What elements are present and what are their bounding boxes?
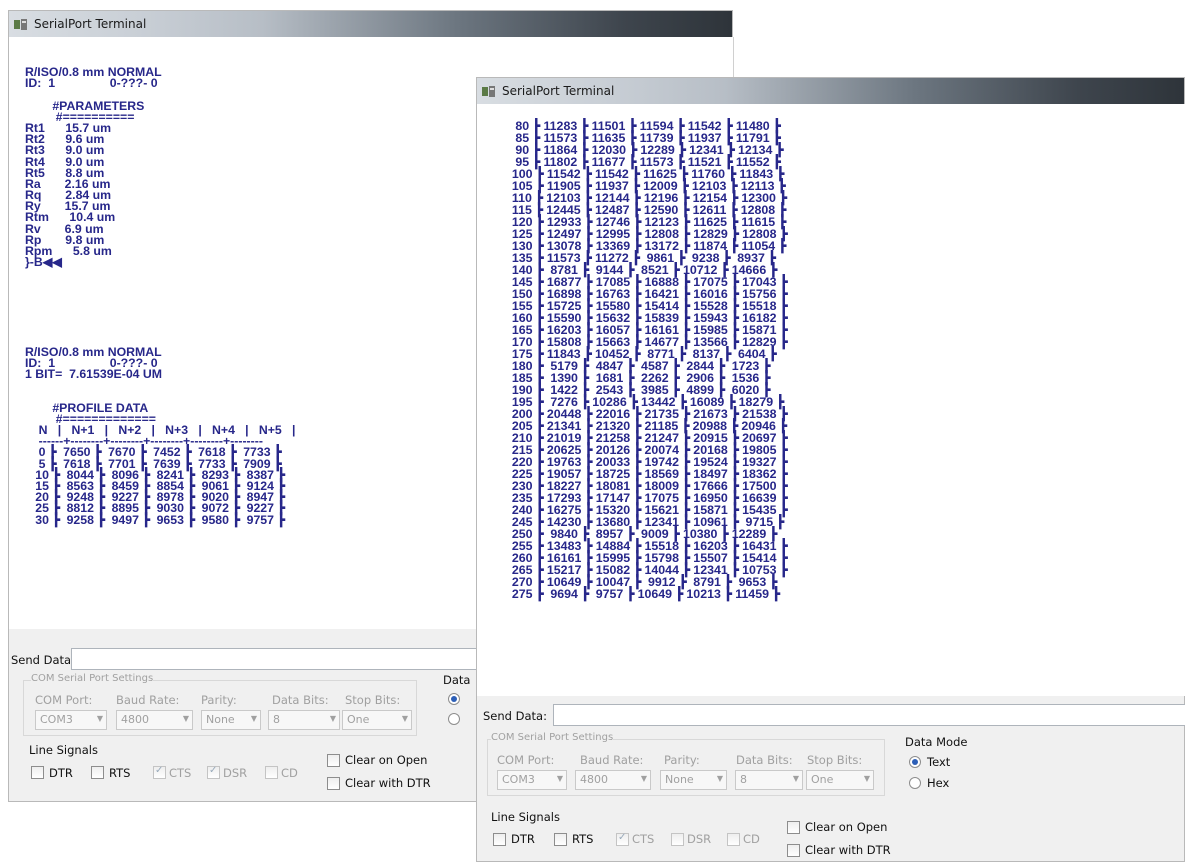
text-mode-radio[interactable] bbox=[448, 693, 460, 705]
clear-on-open-label: Clear on Open bbox=[805, 820, 888, 834]
clear-with-dtr-checkbox[interactable] bbox=[327, 777, 340, 790]
com-port-label: COM Port: bbox=[497, 753, 555, 767]
dsr-checkbox: ✓ bbox=[207, 765, 220, 779]
com-port-select[interactable]: COM3 ▼ bbox=[35, 710, 107, 730]
line-signals-label: Line Signals bbox=[29, 743, 98, 757]
line-signals-label: Line Signals bbox=[491, 810, 560, 824]
cts-label: CTS bbox=[632, 832, 655, 846]
rts-checkbox[interactable] bbox=[554, 833, 567, 846]
cd-label: CD bbox=[743, 832, 760, 846]
baud-rate-select[interactable]: 4800 ▼ bbox=[116, 710, 193, 730]
hex-mode-radio[interactable] bbox=[448, 713, 460, 725]
stop-bits-label: Stop Bits: bbox=[807, 753, 863, 767]
window-title: SerialPort Terminal bbox=[502, 84, 615, 98]
baud-rate-select[interactable]: 4800 ▼ bbox=[575, 770, 651, 790]
rts-label: RTS bbox=[109, 766, 131, 780]
clear-with-dtr-label: Clear with DTR bbox=[805, 843, 891, 857]
data-mode-label: Data Mode bbox=[905, 735, 968, 749]
control-panel: Send Data: COM Serial Port Settings COM … bbox=[477, 696, 1185, 861]
clear-on-open-label: Clear on Open bbox=[345, 753, 428, 767]
rts-checkbox[interactable] bbox=[91, 766, 104, 779]
dtr-checkbox[interactable] bbox=[493, 833, 506, 846]
terminal-line: 275 ┣ 9694 ┣ 9757 ┣ 10649 ┣ 10213 ┣ 1145… bbox=[505, 587, 780, 601]
dtr-label: DTR bbox=[511, 832, 535, 846]
dsr-checkbox bbox=[671, 833, 684, 846]
cts-label: CTS bbox=[169, 766, 192, 780]
cts-checkbox: ✓ bbox=[153, 765, 166, 779]
parity-label: Parity: bbox=[664, 753, 700, 767]
cts-checkbox: ✓ bbox=[616, 832, 629, 846]
clear-on-open-checkbox[interactable] bbox=[327, 754, 340, 767]
com-settings-label: COM Serial Port Settings bbox=[31, 673, 154, 684]
cd-checkbox bbox=[727, 833, 740, 846]
com-port-select[interactable]: COM3 ▼ bbox=[497, 770, 567, 790]
clear-on-open-checkbox[interactable] bbox=[787, 821, 800, 834]
baud-rate-label: Baud Rate: bbox=[580, 753, 644, 767]
window-title: SerialPort Terminal bbox=[34, 17, 147, 31]
cd-label: CD bbox=[281, 766, 298, 780]
cd-checkbox bbox=[265, 766, 278, 779]
serialport-terminal-window-2: SerialPort Terminal 80 ┣ 11283 ┣ 11501 ┣… bbox=[476, 77, 1185, 862]
com-settings-label: COM Serial Port Settings bbox=[491, 732, 614, 743]
data-bits-select[interactable]: 8 ▼ bbox=[735, 770, 803, 790]
stop-bits-label: Stop Bits: bbox=[345, 693, 401, 707]
dsr-label: DSR bbox=[223, 766, 248, 780]
dtr-label: DTR bbox=[49, 766, 73, 780]
dtr-checkbox[interactable] bbox=[31, 766, 44, 779]
hex-mode-label: Hex bbox=[927, 776, 950, 790]
send-data-label: Send Data: bbox=[483, 709, 547, 723]
terminal-output[interactable]: 80 ┣ 11283 ┣ 11501 ┣ 11594 ┣ 11542 ┣ 114… bbox=[477, 104, 1185, 696]
app-icon bbox=[14, 18, 27, 30]
parity-label: Parity: bbox=[201, 693, 237, 707]
stop-bits-select[interactable]: One ▼ bbox=[806, 770, 874, 790]
hex-mode-radio[interactable] bbox=[909, 777, 921, 789]
baud-rate-label: Baud Rate: bbox=[116, 693, 180, 707]
data-bits-label: Data Bits: bbox=[736, 753, 793, 767]
data-bits-label: Data Bits: bbox=[272, 693, 329, 707]
send-data-label: Send Data: bbox=[11, 653, 75, 667]
stop-bits-select[interactable]: One ▼ bbox=[342, 710, 412, 730]
data-mode-label: Data bbox=[443, 673, 471, 687]
app-icon bbox=[482, 85, 495, 97]
clear-with-dtr-checkbox[interactable] bbox=[787, 844, 800, 857]
data-bits-select[interactable]: 8 ▼ bbox=[268, 710, 340, 730]
text-mode-label: Text bbox=[927, 755, 951, 769]
parity-select[interactable]: None ▼ bbox=[660, 770, 727, 790]
rts-label: RTS bbox=[572, 832, 594, 846]
clear-with-dtr-label: Clear with DTR bbox=[345, 776, 431, 790]
send-data-input[interactable] bbox=[553, 704, 1185, 726]
title-bar[interactable]: SerialPort Terminal bbox=[477, 78, 1184, 104]
com-port-label: COM Port: bbox=[35, 693, 93, 707]
title-bar[interactable]: SerialPort Terminal bbox=[9, 11, 732, 37]
text-mode-radio[interactable] bbox=[909, 756, 921, 768]
parity-select[interactable]: None ▼ bbox=[201, 710, 261, 730]
dsr-label: DSR bbox=[687, 832, 712, 846]
